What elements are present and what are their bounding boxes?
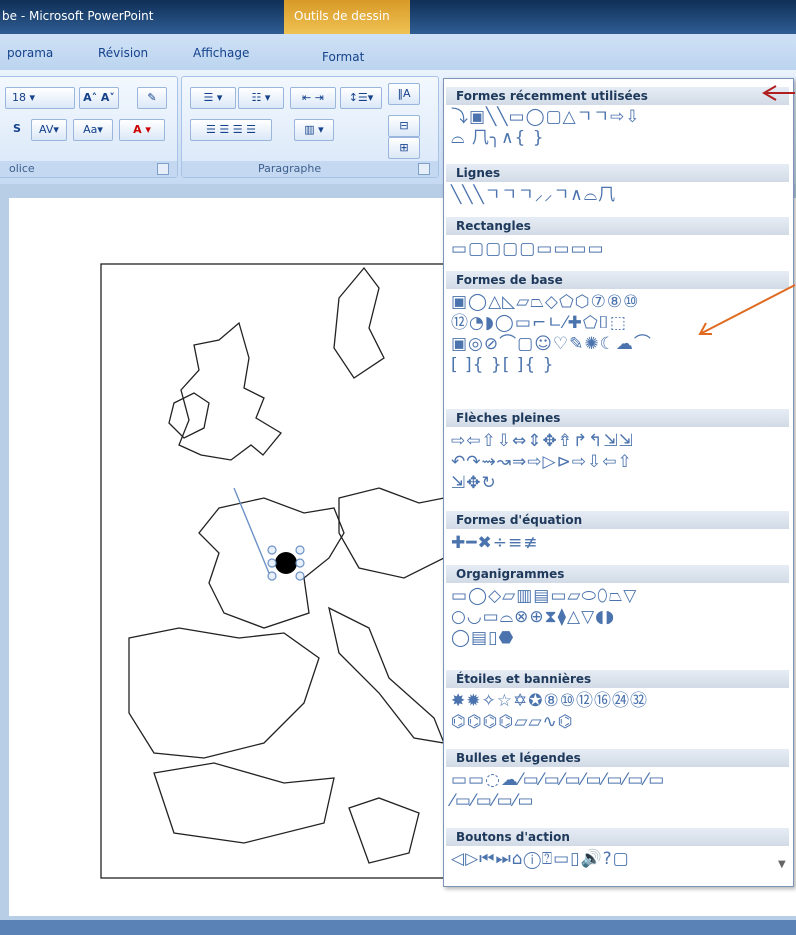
annotation-arrows	[698, 85, 796, 335]
red-annotation-arrow	[762, 85, 795, 101]
orange-annotation-arrow	[698, 284, 796, 335]
